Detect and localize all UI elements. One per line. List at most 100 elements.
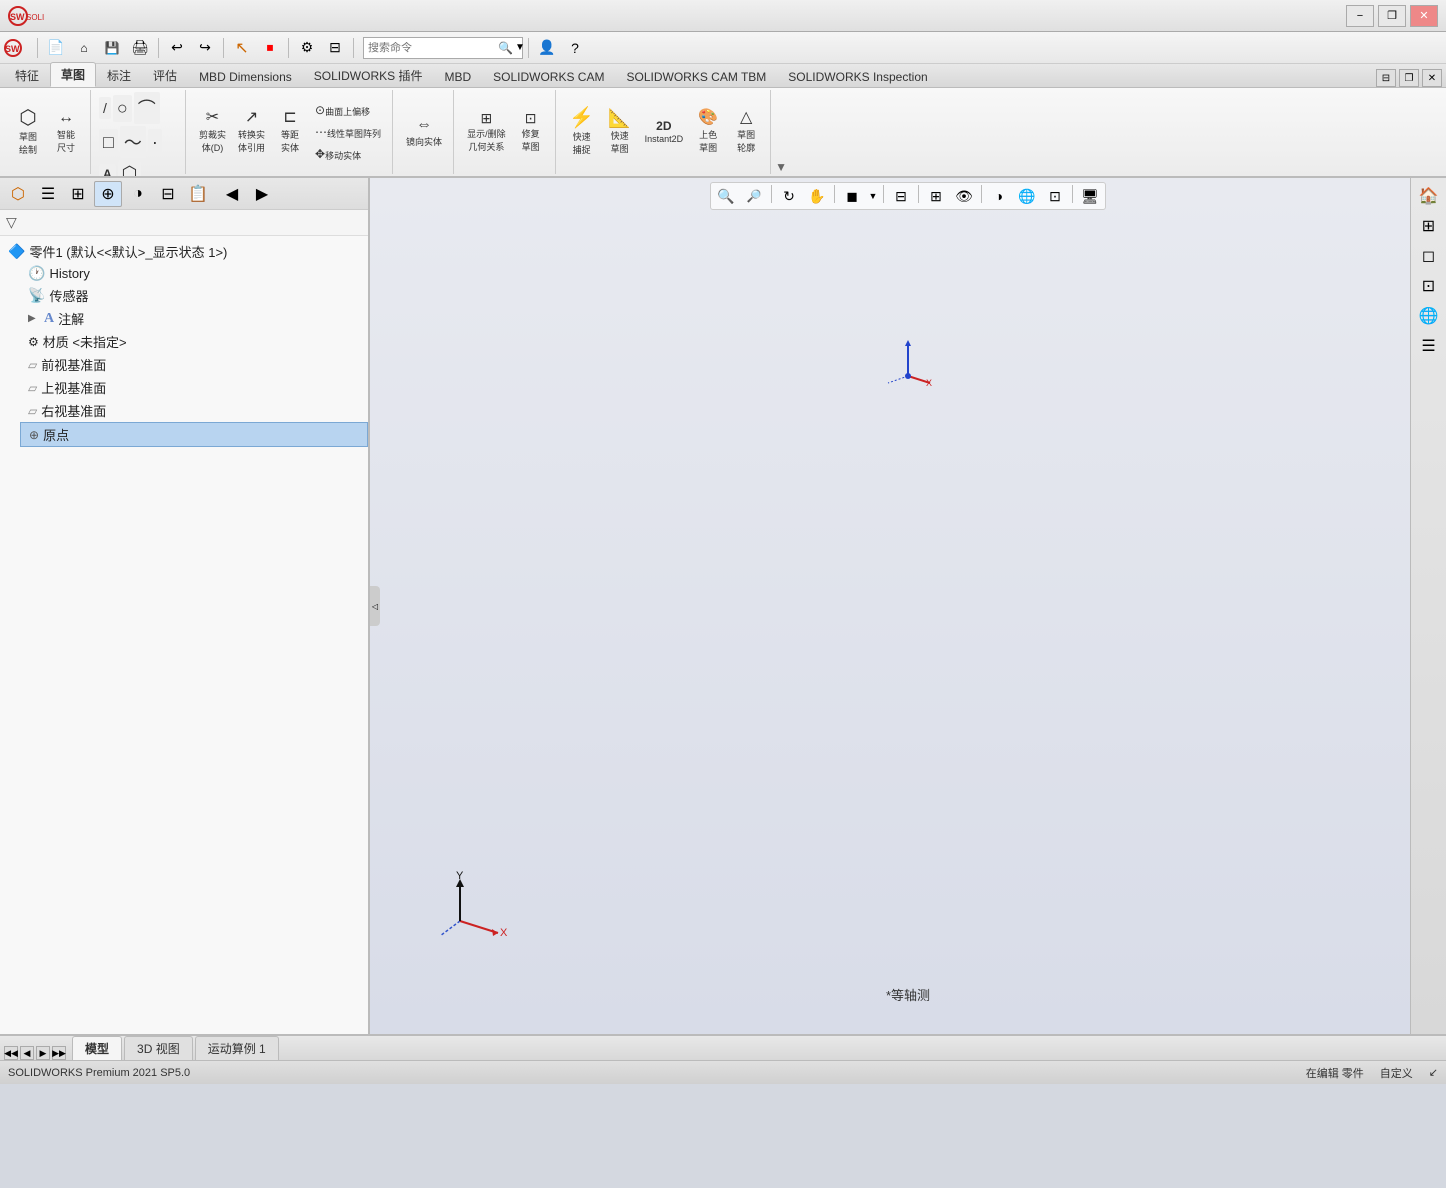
tab-motion[interactable]: 运动算例 1 [195, 1036, 279, 1060]
close-button[interactable]: ✕ [1410, 5, 1438, 27]
vp-display2-btn[interactable]: ⊡ [1042, 185, 1068, 207]
nav-next-btn[interactable]: ▶ [36, 1046, 50, 1060]
tree-sensor-item[interactable]: 📡 传感器 [20, 284, 368, 307]
vp-display-dropdown-btn[interactable]: ▼ [867, 185, 879, 207]
tree-history-item[interactable]: 🕐 History [20, 263, 368, 284]
tab-evaluate[interactable]: 评估 [142, 63, 188, 87]
tab-solidworks-plugins[interactable]: SOLIDWORKS 插件 [303, 63, 434, 87]
quick-sketch-button[interactable]: 📐 快速草图 [602, 106, 638, 158]
nav-prev-btn[interactable]: ◀ [20, 1046, 34, 1060]
vp-monitor-btn[interactable]: 🖥 [1077, 185, 1103, 207]
qat-search-input[interactable] [368, 42, 498, 54]
qat-new-btn[interactable]: 📄 [43, 35, 69, 61]
qat-gear-btn[interactable]: ⚙ [294, 35, 320, 61]
smart-dim-button[interactable]: ↔ 智能尺寸 [48, 107, 84, 157]
tab-features[interactable]: 特征 [4, 63, 50, 87]
color-sketch-button[interactable]: 🎨 上色草图 [690, 107, 726, 157]
tree-material-item[interactable]: ⚙ 材质 <未指定> [20, 330, 368, 353]
trim-button[interactable]: ✂ 剪裁实体(D) [194, 107, 231, 157]
fix-sketch-button[interactable]: ⊡ 修复草图 [513, 108, 549, 156]
vp-display-style-btn[interactable]: ◼ [839, 185, 865, 207]
ribbon-expand-btn[interactable]: ❐ [1399, 69, 1419, 87]
ribbon-help-btn[interactable]: ✕ [1422, 69, 1442, 87]
pt-propmgr-btn[interactable]: ☰ [34, 181, 62, 207]
tab-solidworks-cam[interactable]: SOLIDWORKS CAM [482, 66, 615, 87]
qat-help-btn[interactable]: ? [562, 35, 588, 61]
line-button[interactable]: / [99, 97, 111, 119]
qat-select-btn[interactable]: ↖ [229, 35, 255, 61]
pattern-button[interactable]: ⋯ 线性草图阵列 [310, 122, 386, 143]
point-button[interactable]: · [148, 129, 162, 156]
viewport[interactable]: ◁ 🔍 🔎 ↻ ✋ ◼ ▼ ⊟ ⊞ 👁 ◑ 🌐 ⊡ 🖥 [370, 178, 1446, 1034]
spline-button[interactable]: 〜 [120, 126, 146, 158]
qat-customize-btn[interactable]: ⊟ [322, 35, 348, 61]
qat-print-btn[interactable]: 🖨 [127, 35, 153, 61]
qat-stop-btn[interactable]: ⏹ [257, 35, 283, 61]
vp-pan-btn[interactable]: ✋ [804, 185, 830, 207]
tab-mbd[interactable]: MBD [433, 66, 482, 87]
rect-button[interactable]: □ [99, 129, 118, 156]
filter-icon[interactable]: ▽ [6, 214, 17, 231]
pt-custom-btn[interactable]: 📋 [184, 181, 212, 207]
sketch-draw-button[interactable]: ⬡ 草图绘制 [10, 105, 46, 159]
surface-button[interactable]: ⊙ 曲面上偏移 [310, 100, 375, 121]
convert-button[interactable]: ↗ 转换实体引用 [233, 107, 270, 157]
tree-root-item[interactable]: 🔷 零件1 (默认<<默认>_显示状态 1>) [0, 240, 368, 263]
vp-zoom-to-fit-btn[interactable]: 🔍 [713, 185, 739, 207]
tree-top-plane-item[interactable]: ▱ 上视基准面 [20, 376, 368, 399]
qat-redo-btn[interactable]: ↪ [192, 35, 218, 61]
vp-appearance-btn[interactable]: ◑ [986, 185, 1012, 207]
vp-view-orient-btn[interactable]: ⊞ [923, 185, 949, 207]
tab-3d-view[interactable]: 3D 视图 [124, 1036, 193, 1060]
pt-dimxpert-btn[interactable]: ⊕ [94, 181, 122, 207]
annotation-expand-icon[interactable]: ▶ [28, 313, 40, 324]
qat-open-btn[interactable]: ⌂ [71, 35, 97, 61]
vp-hide-show-btn[interactable]: 👁 [951, 185, 977, 207]
pt-forward-btn[interactable]: ▶ [248, 181, 276, 207]
move-button[interactable]: ✥ 移动实体 [310, 144, 366, 165]
tab-solidworks-cam-tbm[interactable]: SOLIDWORKS CAM TBM [615, 66, 777, 87]
ribbon-expand-chevron[interactable]: ▼ [775, 160, 787, 174]
tab-model[interactable]: 模型 [72, 1036, 122, 1060]
pt-featuremgr-btn[interactable]: ⬡ [4, 181, 32, 207]
vp-scene-btn[interactable]: 🌐 [1014, 185, 1040, 207]
polygon-button[interactable]: ⬡ [118, 160, 142, 178]
vp-section-btn[interactable]: ⊟ [888, 185, 914, 207]
pt-configmgr-btn[interactable]: ⊞ [64, 181, 92, 207]
contour-button[interactable]: △ 草图轮廓 [728, 107, 764, 157]
tab-solidworks-inspection[interactable]: SOLIDWORKS Inspection [777, 66, 938, 87]
instant2d-button[interactable]: 2D Instant2D [640, 117, 689, 147]
tab-mbd-dimensions[interactable]: MBD Dimensions [188, 66, 303, 87]
vp-zoom-in-btn[interactable]: 🔎 [741, 185, 767, 207]
pt-display-btn[interactable]: ◑ [124, 181, 152, 207]
titlebar-controls[interactable]: − ❐ ✕ [1346, 5, 1438, 27]
nav-last-btn[interactable]: ▶▶ [52, 1046, 66, 1060]
minimize-button[interactable]: − [1346, 5, 1374, 27]
pt-back-btn[interactable]: ◀ [218, 181, 246, 207]
tab-markup[interactable]: 标注 [96, 63, 142, 87]
offset-button[interactable]: ⊏ 等距实体 [272, 107, 308, 157]
qat-save-btn[interactable]: 💾 [99, 35, 125, 61]
show-relation-button[interactable]: ⊞ 显示/删除几何关系 [462, 108, 511, 156]
quick-capture-button[interactable]: ⚡ 快速捕捉 [564, 105, 600, 159]
status-icon[interactable]: ↙ [1429, 1066, 1438, 1079]
qat-undo-btn[interactable]: ↩ [164, 35, 190, 61]
text-button[interactable]: A [99, 164, 116, 179]
rp-home-btn[interactable]: 🏠 [1414, 182, 1444, 210]
pt-appear-btn[interactable]: ⊟ [154, 181, 182, 207]
nav-first-btn[interactable]: ◀◀ [4, 1046, 18, 1060]
tab-sketch[interactable]: 草图 [50, 62, 96, 87]
search-dropdown-icon[interactable]: ▼ [515, 42, 525, 53]
collapse-panel-handle[interactable]: ◁ [370, 586, 380, 626]
tree-front-plane-item[interactable]: ▱ 前视基准面 [20, 353, 368, 376]
tree-annotation-item[interactable]: ▶ A 注解 [20, 307, 368, 330]
qat-search-box[interactable]: 🔍 ▼ [363, 37, 523, 59]
rp-list-btn[interactable]: ☰ [1414, 332, 1444, 360]
mirror-button[interactable]: ⇔ 镜向实体 [401, 114, 447, 151]
qat-user-btn[interactable]: 👤 [534, 35, 560, 61]
tree-origin-item[interactable]: ⊕ 原点 [20, 422, 368, 447]
arc-button[interactable]: ⌒ [134, 92, 160, 124]
rp-view2-btn[interactable]: ◻ [1414, 242, 1444, 270]
rp-globe-btn[interactable]: 🌐 [1414, 302, 1444, 330]
rp-view3-btn[interactable]: ⊡ [1414, 272, 1444, 300]
